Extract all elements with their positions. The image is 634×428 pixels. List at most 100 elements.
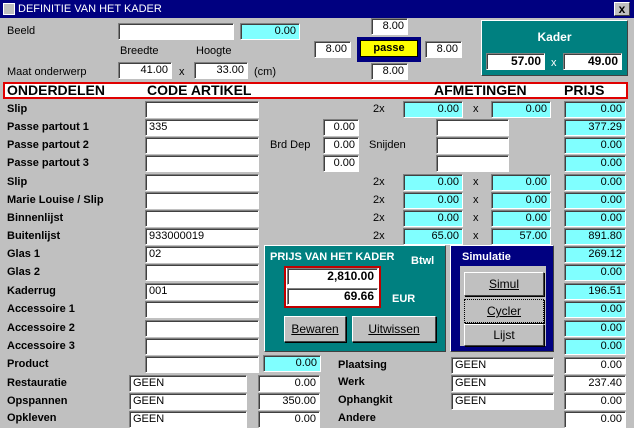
code-input-kaderrug[interactable]: 001: [145, 283, 259, 300]
passe-label: passe: [360, 40, 418, 57]
row-label-binnenlijst: Binnenlijst: [7, 212, 64, 224]
unit-label: (cm): [254, 66, 276, 78]
btwl-label: Btwl: [411, 255, 435, 267]
price-accessoire-1: 0.00: [564, 301, 626, 318]
snijden-input-3[interactable]: [436, 155, 509, 172]
code-input-slip[interactable]: [145, 101, 259, 118]
mult-binnenlijst: 2x: [373, 212, 385, 224]
code-input-accessoire-1[interactable]: [145, 301, 259, 318]
opkleven-select[interactable]: GEEN: [129, 411, 247, 428]
price-accessoire-3: 0.00: [564, 338, 626, 355]
code-input-passe-partout-3[interactable]: [145, 155, 259, 172]
currency-label: EUR: [392, 293, 416, 305]
opspannen-label: Opspannen: [7, 395, 68, 407]
height-slip-2[interactable]: 0.00: [491, 174, 551, 191]
hoogte-input[interactable]: 33.00: [194, 62, 248, 79]
cycler-label: Cycler: [486, 304, 521, 318]
passe-right-input[interactable]: 8.00: [425, 41, 462, 58]
code-input-binnenlijst[interactable]: [145, 210, 259, 227]
ophangkit-price: 0.00: [564, 393, 626, 410]
row-label-passe-partout-2: Passe partout 2: [7, 139, 89, 151]
close-button[interactable]: x: [614, 2, 630, 16]
brd-dep-input-2[interactable]: 0.00: [323, 137, 359, 154]
code-input-glas-1[interactable]: 02: [145, 246, 259, 263]
code-input-marie-louise[interactable]: [145, 192, 259, 209]
plaatsing-select[interactable]: GEEN: [451, 357, 554, 374]
height-binnenlijst[interactable]: 0.00: [491, 210, 551, 227]
row-label-slip: Slip: [7, 103, 28, 115]
title-bar: DEFINITIE VAN HET KADER: [0, 0, 634, 18]
beeld-label: Beeld: [7, 25, 36, 37]
opspannen-select[interactable]: GEEN: [129, 393, 247, 410]
width-slip[interactable]: 0.00: [403, 101, 463, 118]
werk-select[interactable]: GEEN: [451, 375, 554, 392]
andere-label: Andere: [338, 412, 376, 424]
row-label-slip-2: Slip: [7, 176, 28, 188]
window-menu-icon[interactable]: [3, 3, 15, 15]
width-buitenlijst[interactable]: 65.00: [403, 228, 463, 245]
price-passe-partout-1: 377.29: [564, 119, 626, 136]
price-accessoire-2: 0.00: [564, 320, 626, 337]
beeld-price: 0.00: [240, 23, 300, 40]
prijs-eur-value: 69.66: [287, 288, 378, 305]
opkleven-price: 0.00: [258, 411, 320, 428]
code-input-glas-2[interactable]: [145, 264, 259, 281]
werk-label: Werk: [338, 376, 365, 388]
kader-width: 57.00: [486, 53, 545, 70]
width-slip-2[interactable]: 0.00: [403, 174, 463, 191]
mult-slip: 2x: [373, 103, 385, 115]
ophangkit-label: Ophangkit: [338, 394, 393, 406]
mult-marie-louise: 2x: [373, 194, 385, 206]
snijden-input-1[interactable]: [436, 119, 509, 136]
header-prijs: PRIJS: [564, 82, 605, 98]
row-label-glas-2: Glas 2: [7, 266, 41, 278]
price-binnenlijst: 0.00: [564, 210, 626, 227]
snijden-label: Snijden: [369, 139, 406, 151]
code-input-buitenlijst[interactable]: 933000019: [145, 228, 259, 245]
code-input-passe-partout-2[interactable]: [145, 137, 259, 154]
header-onderdelen: ONDERDELEN: [7, 82, 106, 98]
mult-buitenlijst: 2x: [373, 230, 385, 242]
opspannen-price: 350.00: [258, 393, 320, 410]
simul-button[interactable]: Simul: [464, 272, 544, 296]
restauratie-label: Restauratie: [7, 377, 67, 389]
passe-bottom-input[interactable]: 8.00: [371, 63, 408, 80]
brd-dep-label: Brd Dep: [270, 139, 311, 151]
kader-title: Kader: [537, 30, 572, 44]
code-input-passe-partout-1[interactable]: 335: [145, 119, 259, 136]
row-label-kaderrug: Kaderrug: [7, 285, 56, 297]
beeld-input[interactable]: [118, 23, 234, 40]
prijs-total: 2,810.00: [287, 268, 378, 285]
passe-top-input[interactable]: 8.00: [371, 18, 408, 35]
price-slip: 0.00: [564, 101, 626, 118]
height-buitenlijst[interactable]: 57.00: [491, 228, 551, 245]
row-label-accessoire-1: Accessoire 1: [7, 303, 75, 315]
height-slip[interactable]: 0.00: [491, 101, 551, 118]
code-input-accessoire-2[interactable]: [145, 320, 259, 337]
cycler-button[interactable]: Cycler: [464, 299, 544, 323]
breedte-input[interactable]: 41.00: [118, 62, 172, 79]
code-input-accessoire-3[interactable]: [145, 338, 259, 355]
width-binnenlijst[interactable]: 0.00: [403, 210, 463, 227]
brd-dep-input-1[interactable]: 0.00: [323, 119, 359, 136]
passe-left-input[interactable]: 8.00: [314, 41, 351, 58]
lijst-button[interactable]: Lijst: [464, 324, 544, 346]
ophangkit-select[interactable]: GEEN: [451, 393, 554, 410]
price-glas-2: 0.00: [564, 264, 626, 281]
bewaren-button[interactable]: Bewaren: [284, 316, 346, 342]
brd-dep-input-3[interactable]: 0.00: [323, 155, 359, 172]
width-marie-louise[interactable]: 0.00: [403, 192, 463, 209]
times-buitenlijst: x: [473, 230, 479, 242]
uitwissen-button[interactable]: Uitwissen: [352, 316, 436, 342]
price-product: 0.00: [263, 355, 321, 372]
restauratie-select[interactable]: GEEN: [129, 375, 247, 392]
header-afmetingen: AFMETINGEN: [434, 82, 527, 98]
code-input-slip-2[interactable]: [145, 174, 259, 191]
snijden-input-2[interactable]: [436, 137, 509, 154]
code-input-product[interactable]: [145, 356, 259, 373]
mult-slip-2: 2x: [373, 176, 385, 188]
restauratie-price: 0.00: [258, 375, 320, 392]
uitwissen-label: Uitwissen: [368, 322, 420, 336]
row-label-accessoire-3: Accessoire 3: [7, 340, 75, 352]
height-marie-louise[interactable]: 0.00: [491, 192, 551, 209]
